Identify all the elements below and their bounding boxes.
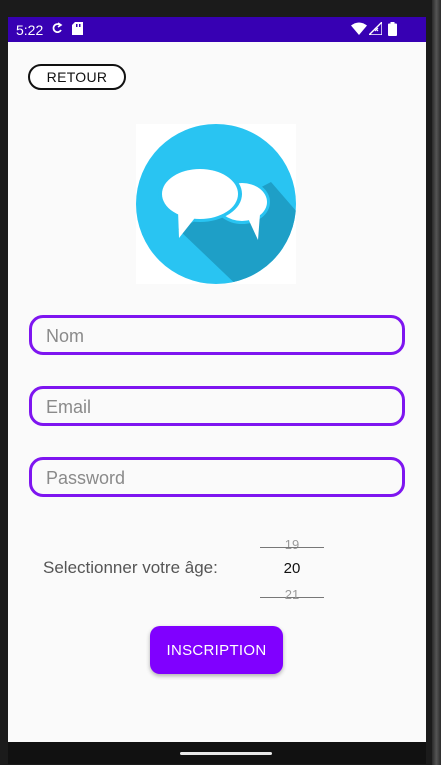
password-field[interactable] xyxy=(29,457,405,497)
signup-form-page: RETOUR Nom Email Selectionner votre âge:… xyxy=(8,42,426,742)
battery-icon xyxy=(388,22,397,39)
signal-icon xyxy=(367,20,383,38)
chat-bubbles-icon xyxy=(136,124,296,284)
picker-divider-top xyxy=(260,547,324,548)
status-bar: 5:22 xyxy=(8,17,426,42)
sd-card-icon xyxy=(72,22,83,38)
sync-icon xyxy=(51,22,63,39)
age-label: Selectionner votre âge: xyxy=(43,558,218,577)
name-input[interactable] xyxy=(44,318,388,354)
status-time: 5:22 xyxy=(16,22,44,38)
device-frame-edge xyxy=(432,0,441,765)
inscription-button[interactable]: INSCRIPTION xyxy=(150,626,283,674)
age-picker-selected[interactable]: 20 xyxy=(260,560,324,577)
home-gesture-handle[interactable] xyxy=(180,752,272,755)
phone-screen: 5:22 RETOUR Nom Email Selectionner votre… xyxy=(8,17,426,764)
navigation-bar xyxy=(8,742,426,764)
email-field[interactable] xyxy=(29,386,405,426)
age-picker-previous[interactable]: 19 xyxy=(260,537,324,552)
wifi-icon xyxy=(351,22,367,38)
name-field[interactable] xyxy=(29,315,405,355)
password-input[interactable] xyxy=(44,460,388,496)
email-input[interactable] xyxy=(44,389,388,425)
back-button[interactable]: RETOUR xyxy=(28,64,126,90)
age-picker-next[interactable]: 21 xyxy=(260,587,324,602)
app-logo xyxy=(136,124,296,284)
age-number-picker[interactable]: 19 20 21 xyxy=(260,537,324,602)
